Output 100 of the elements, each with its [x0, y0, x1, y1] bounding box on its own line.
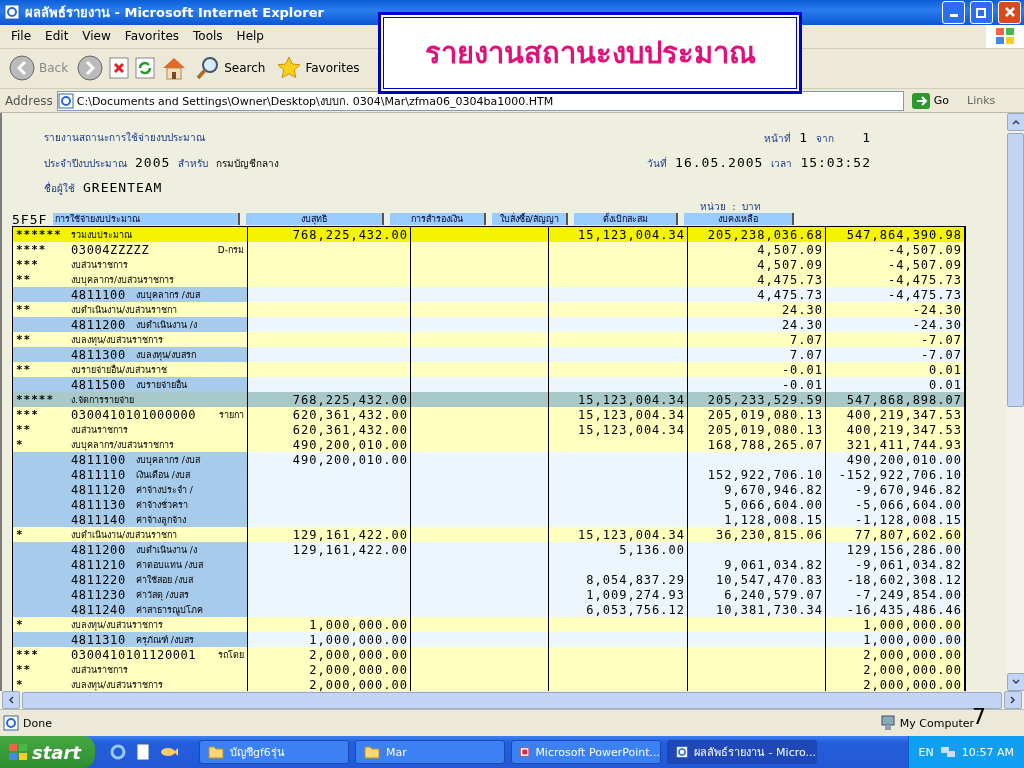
table-cell: -152,922,706.10 [826, 467, 965, 483]
table-cell: 4,475.73 [688, 287, 826, 303]
department: กรมบัญชีกลาง [216, 156, 280, 171]
table-cell: 15,123,004.34 [549, 527, 688, 543]
column-header: ใบสั่งซื้อ/สัญญา [492, 213, 569, 226]
level-marker: * [16, 618, 25, 632]
account-code: 0300410101120001 [71, 647, 197, 662]
row-name: D-กรม [217, 243, 244, 257]
row-name: ค่าตอบแทน /งบส [135, 558, 203, 572]
page-count: 1 [862, 129, 871, 145]
fish-icon[interactable] [159, 745, 179, 759]
level-marker: * [16, 678, 25, 692]
forward-icon[interactable] [77, 55, 104, 82]
links-button[interactable]: Links [967, 94, 996, 108]
table-cell: -18,602,308.12 [826, 572, 965, 588]
scroll-right-icon[interactable] [1004, 691, 1022, 710]
menu-item[interactable]: Help [229, 29, 271, 44]
level-marker: *** [16, 648, 40, 662]
browser-icon [676, 744, 689, 760]
row-name: งบส่วนราชการ [71, 663, 128, 677]
row-name: ค่าจ้างประจำ / [135, 483, 193, 497]
table-cell: -0.01 [688, 377, 826, 393]
table-cell: 129,161,422.00 [248, 527, 411, 543]
account-code: 4811230 [71, 587, 126, 602]
level-marker: ** [16, 423, 33, 437]
menu-item[interactable]: File [4, 29, 39, 44]
table-cell: 490,200,010.00 [248, 452, 411, 468]
row-name: งบบุคลากร/งบส่วนราชการ [71, 273, 175, 287]
scroll-thumb[interactable] [1007, 133, 1024, 408]
table-cell: -4,475.73 [826, 272, 965, 288]
taskbar-button[interactable]: บัญชีgf6รุ่น [199, 740, 349, 764]
windows-logo-icon [995, 27, 1015, 46]
browser-icon [3, 715, 19, 732]
account-code: 0300410101000000 [71, 407, 197, 422]
back-icon[interactable] [9, 55, 35, 82]
start-button[interactable]: start [0, 736, 95, 768]
row-name: งบดำเนินงาน/งบส่วนราชกา [71, 528, 178, 542]
menu-item[interactable]: View [75, 29, 118, 44]
browser-icon [57, 92, 74, 109]
search-button[interactable]: Search [193, 56, 269, 81]
taskbar-button[interactable]: Microsoft PowerPoint... [511, 740, 661, 764]
row-name: งบรายจ่ายอื่น/งบส่วนราช [71, 363, 168, 377]
account-code: 4811200 [71, 317, 126, 332]
computer-icon [879, 715, 896, 732]
maximize-button[interactable] [970, 0, 993, 24]
close-button[interactable] [998, 0, 1021, 24]
unit-label: หน่วย : บาท [700, 199, 762, 214]
column-header: งบคงเหลือ [684, 213, 795, 226]
row-name: งบส่วนราชการ [71, 258, 128, 272]
table-cell: 4,507.09 [688, 242, 826, 258]
account-code: 03004ZZZZZ [71, 242, 150, 257]
table-cell: -1,128,008.15 [826, 512, 965, 528]
table-cell: 15,123,004.34 [549, 407, 688, 423]
level-marker: ***** [16, 393, 56, 407]
table-cell: 400,219,347.53 [826, 407, 965, 423]
document-icon[interactable] [135, 743, 151, 761]
address-field[interactable]: C:\Documents and Settings\Owner\Desktop\งบบก. 0304\Mar\zfma06_0304ba1000.HTM [56, 90, 904, 111]
table-cell: 1,000,000.00 [248, 632, 411, 648]
level-marker: ** [16, 663, 33, 677]
table-cell: -9,061,034.82 [826, 557, 965, 573]
table-cell: 9,670,946.82 [688, 482, 826, 498]
go-button[interactable]: Go [911, 92, 950, 109]
table-cell: 768,225,432.00 [248, 392, 411, 408]
scroll-left-icon[interactable] [2, 691, 20, 710]
browser-icon[interactable] [109, 743, 127, 761]
taskbar-button[interactable]: Mar [355, 740, 505, 764]
table-cell: 24.30 [688, 302, 826, 318]
account-code: 4811500 [71, 377, 126, 392]
minimize-icon [949, 14, 958, 18]
close-icon [1003, 6, 1016, 19]
favorites-button[interactable]: Favorites [274, 56, 363, 81]
table-cell: 490,200,010.00 [248, 437, 411, 453]
table-cell: 2,000,000.00 [248, 662, 411, 678]
level-marker: ****** [16, 228, 63, 242]
browser-icon [4, 4, 20, 21]
level-marker: *** [16, 408, 40, 422]
row-name: งบดำเนินงาน/งบส่วนราชกา [71, 303, 178, 317]
minimize-button[interactable] [942, 0, 965, 24]
menu-item[interactable]: Edit [38, 29, 76, 44]
table-cell: 205,233,529.59 [688, 392, 826, 408]
refresh-icon[interactable] [135, 57, 156, 80]
row-name: รวมงบประมาณ [71, 228, 132, 242]
taskbar-button[interactable]: ผลลัพธ์รายงาน - Micro... [667, 740, 817, 764]
report-title: รายงานสถานะการใช้จ่ายงบประมาณ [44, 131, 205, 146]
menu-item[interactable]: Favorites [117, 29, 187, 44]
table-cell: -0.01 [688, 362, 826, 378]
clock: 10:57 AM [961, 745, 1014, 759]
search-icon [196, 56, 221, 81]
table-cell: 152,922,706.10 [688, 467, 826, 483]
table-cell: -5,066,604.00 [826, 497, 965, 513]
level-marker: ** [16, 303, 33, 317]
table-cell: 620,361,432.00 [248, 407, 411, 423]
table-cell: 4,507.09 [688, 257, 826, 273]
table-cell: 768,225,432.00 [248, 227, 411, 243]
report-time: 15:03:52 [800, 154, 871, 170]
user-label: ชื่อผู้ใช้ [44, 180, 75, 196]
level-marker: * [16, 438, 25, 452]
menu-item[interactable]: Tools [186, 29, 230, 44]
stop-icon[interactable] [109, 57, 130, 80]
table-cell: -4,507.09 [826, 242, 965, 258]
